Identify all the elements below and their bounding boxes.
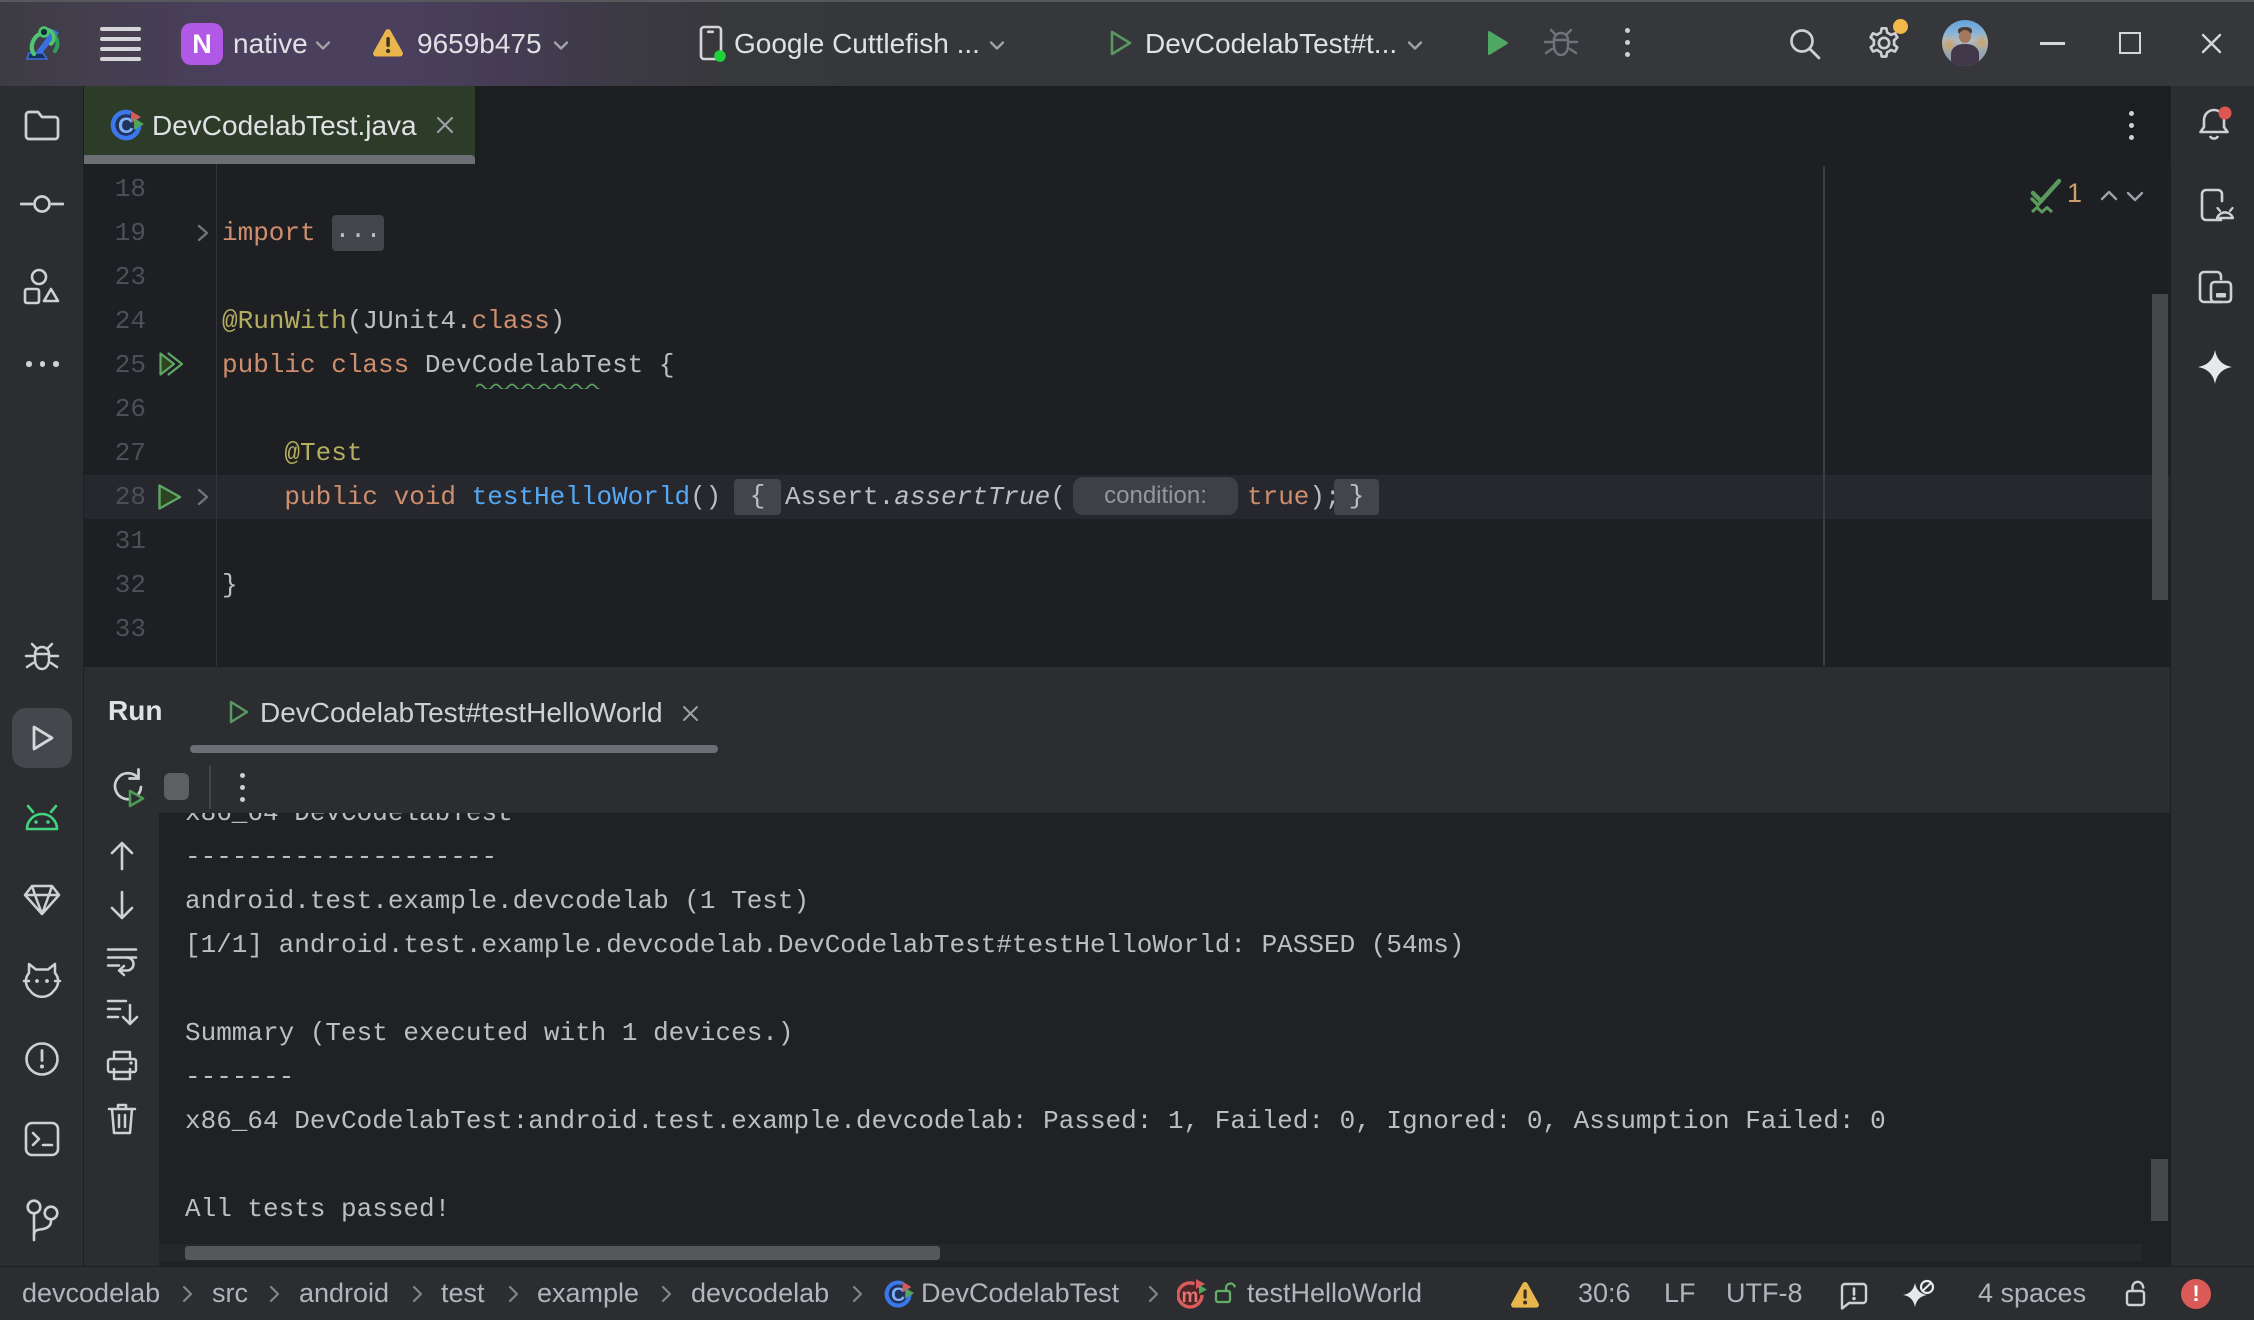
svg-text:m: m [1182,1286,1199,1307]
